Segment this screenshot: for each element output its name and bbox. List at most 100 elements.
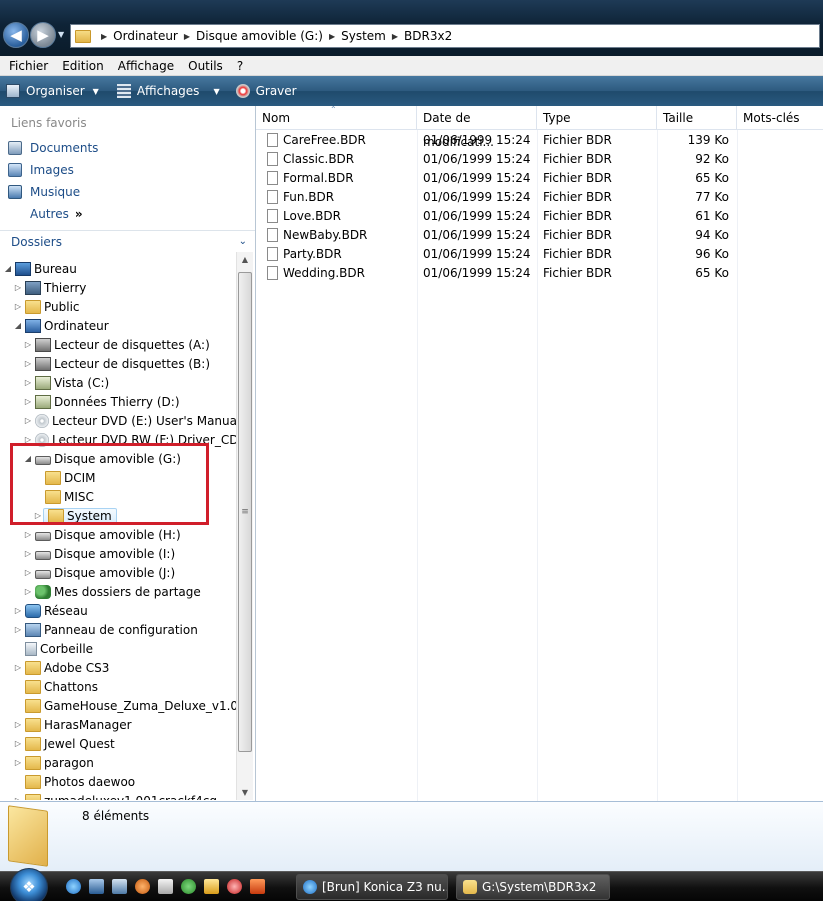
breadcrumb[interactable]: ▶ Ordinateur ▶ Disque amovible (G:) ▶ Sy… — [70, 24, 820, 48]
scroll-up-arrow[interactable]: ▲ — [237, 255, 253, 264]
tree-item[interactable]: ▷ Réseau — [13, 601, 88, 620]
collapsed-triangle-icon[interactable]: ▷ — [13, 663, 23, 672]
tree-item-content[interactable]: Vista (C:) — [33, 375, 109, 390]
tree-item-content[interactable]: Ordinateur — [23, 318, 109, 333]
tree-item-content[interactable]: Disque amovible (J:) — [33, 566, 175, 580]
tree-item[interactable]: ▷ Disque amovible (J:) — [23, 563, 175, 582]
favorite-documents[interactable]: Documents — [8, 141, 98, 155]
column-header-name[interactable]: ⌃ Nom — [256, 105, 417, 130]
collapsed-triangle-icon[interactable]: ▷ — [23, 359, 33, 368]
tree-item-content[interactable]: Disque amovible (H:) — [33, 528, 181, 542]
file-name-cell[interactable]: Wedding.BDR — [256, 264, 417, 283]
scroll-down-arrow[interactable]: ▼ — [237, 788, 253, 797]
tree-item-content[interactable]: Chattons — [23, 679, 98, 694]
table-row[interactable]: Party.BDR 01/06/1999 15:24 Fichier BDR 96 K… — [256, 245, 823, 264]
tree-item[interactable]: Corbeille — [13, 639, 93, 658]
file-name-cell[interactable]: Classic.BDR — [256, 150, 417, 169]
taskbar-item-browser[interactable]: [Brun] Konica Z3 nu... — [296, 874, 448, 900]
mail-icon[interactable] — [158, 879, 173, 894]
back-button[interactable]: ◀ — [3, 22, 29, 48]
folders-header[interactable]: Dossiers ⌄ — [0, 230, 255, 252]
tree-item-content[interactable]: Thierry — [23, 280, 86, 295]
tree-item-content[interactable]: Jewel Quest — [23, 736, 115, 751]
tree-item[interactable]: Photos daewoo — [13, 772, 135, 791]
file-name-cell[interactable]: NewBaby.BDR — [256, 226, 417, 245]
tree-item-content[interactable]: paragon — [23, 755, 94, 770]
table-row[interactable]: Classic.BDR 01/06/1999 15:24 Fichier BDR 92… — [256, 150, 823, 169]
tree-item[interactable]: ▷ Lecteur de disquettes (B:) — [23, 354, 210, 373]
table-row[interactable]: Wedding.BDR 01/06/1999 15:24 Fichier BDR 65… — [256, 264, 823, 283]
internet-explorer-icon[interactable] — [66, 879, 81, 894]
menu-view[interactable]: Affichage — [113, 59, 179, 73]
column-header-tags[interactable]: Mots-clés — [737, 106, 823, 130]
collapsed-triangle-icon[interactable]: ▷ — [23, 340, 33, 349]
tree-item-content[interactable]: Mes dossiers de partage — [33, 584, 201, 599]
collapsed-triangle-icon[interactable]: ▷ — [23, 587, 33, 596]
tree-item[interactable]: ▷ Public — [13, 297, 80, 316]
tree-item-content[interactable]: Panneau de configuration — [23, 622, 198, 637]
switch-windows-icon[interactable] — [112, 879, 127, 894]
tree-item-content[interactable]: Lecteur de disquettes (A:) — [33, 337, 210, 352]
tree-item[interactable]: ▷ Lecteur DVD (E:) User's Manual — [23, 411, 236, 430]
tree-item-content[interactable]: Photos daewoo — [23, 774, 135, 789]
tree-item[interactable]: GameHouse_Zuma_Deluxe_v1.0.0.1_T — [13, 696, 236, 715]
collapsed-triangle-icon[interactable]: ▷ — [23, 549, 33, 558]
tree-item[interactable]: ▷ Jewel Quest — [13, 734, 115, 753]
favorite-images[interactable]: Images — [8, 163, 74, 177]
tree-item[interactable]: ▷ Données Thierry (D:) — [23, 392, 180, 411]
tree-item[interactable]: ▷ paragon — [13, 753, 94, 772]
collapsed-triangle-icon[interactable]: ▷ — [23, 378, 33, 387]
chevron-right-icon[interactable]: ▶ — [329, 32, 335, 41]
menu-tools[interactable]: Outils — [183, 59, 228, 73]
tree-item[interactable]: ▷ HarasManager — [13, 715, 132, 734]
scroll-thumb[interactable]: ≡ — [238, 272, 252, 752]
collapsed-triangle-icon[interactable]: ▷ — [13, 758, 23, 767]
tree-item-content[interactable]: HarasManager — [23, 717, 132, 732]
tree-item-content[interactable]: Corbeille — [23, 641, 93, 656]
table-row[interactable]: NewBaby.BDR 01/06/1999 15:24 Fichier BDR 94… — [256, 226, 823, 245]
tree-item[interactable]: ▷ zumadeluxev1.001crackf4cg — [13, 791, 217, 800]
expanded-triangle-icon[interactable]: ◢ — [3, 264, 13, 273]
tree-item[interactable]: ▷ Disque amovible (H:) — [23, 525, 181, 544]
tree-item[interactable]: Chattons — [13, 677, 98, 696]
collapsed-triangle-icon[interactable]: ▷ — [13, 796, 23, 800]
info-app-icon[interactable] — [135, 879, 150, 894]
menu-help[interactable]: ? — [232, 59, 248, 73]
chevron-right-icon[interactable]: ▶ — [101, 32, 107, 41]
tree-item[interactable]: ▷ Disque amovible (I:) — [23, 544, 175, 563]
file-name-cell[interactable]: CareFree.BDR — [256, 131, 417, 150]
tree-item-content[interactable]: Réseau — [23, 603, 88, 618]
collapsed-triangle-icon[interactable]: ▷ — [23, 397, 33, 406]
collapsed-triangle-icon[interactable]: ▷ — [23, 530, 33, 539]
table-row[interactable]: Formal.BDR 01/06/1999 15:24 Fichier BDR 65 … — [256, 169, 823, 188]
table-row[interactable]: Fun.BDR 01/06/1999 15:24 Fichier BDR 77 Ko — [256, 188, 823, 207]
tree-item[interactable]: ▷ Lecteur de disquettes (A:) — [23, 335, 210, 354]
favorite-music[interactable]: Musique — [8, 185, 80, 199]
collapsed-triangle-icon[interactable]: ▷ — [13, 625, 23, 634]
start-button[interactable]: ❖ — [10, 868, 48, 901]
chevron-right-icon[interactable]: ▶ — [392, 32, 398, 41]
tree-item[interactable]: ▷ Adobe CS3 — [13, 658, 109, 677]
tree-item[interactable]: ▷ Panneau de configuration — [13, 620, 198, 639]
collapsed-triangle-icon[interactable]: ▷ — [23, 568, 33, 577]
burn-button[interactable]: Graver — [230, 76, 303, 106]
flash-app-icon[interactable] — [250, 879, 265, 894]
taskbar-item-explorer[interactable]: G:\System\BDR3x2 — [456, 874, 610, 900]
messenger-icon[interactable] — [181, 879, 196, 894]
file-name-cell[interactable]: Formal.BDR — [256, 169, 417, 188]
tree-item-content[interactable]: Adobe CS3 — [23, 660, 109, 675]
file-name-cell[interactable]: Love.BDR — [256, 207, 417, 226]
breadcrumb-item[interactable]: System — [341, 29, 386, 43]
tree-item-content[interactable]: Public — [23, 299, 80, 314]
favorite-more[interactable]: Autres » — [30, 207, 83, 221]
column-header-type[interactable]: Type — [537, 106, 657, 130]
forward-button[interactable]: ▶ — [30, 22, 56, 48]
tree-item[interactable]: ◢ Ordinateur — [13, 316, 109, 335]
collapsed-triangle-icon[interactable]: ▷ — [13, 283, 23, 292]
tree-item[interactable]: ◢ Bureau — [3, 259, 77, 278]
tree-item[interactable]: ▷ Vista (C:) — [23, 373, 109, 392]
column-header-date[interactable]: Date de modificati... — [417, 106, 537, 149]
media-player-icon[interactable] — [204, 879, 219, 894]
collapsed-triangle-icon[interactable]: ▷ — [13, 606, 23, 615]
menu-edit[interactable]: Edition — [57, 59, 109, 73]
